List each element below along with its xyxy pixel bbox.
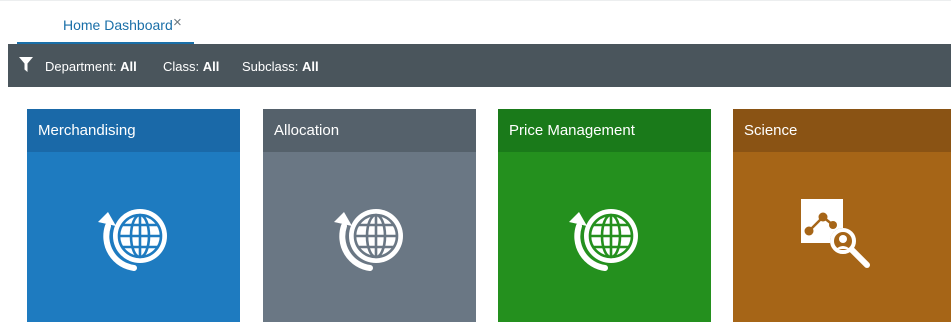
tile-price-management[interactable]: Price Management bbox=[498, 109, 711, 322]
globe-icon bbox=[334, 209, 403, 271]
filter-department[interactable]: Department: All bbox=[45, 59, 137, 74]
tab-home-dashboard[interactable]: Home Dashboard × bbox=[17, 7, 194, 45]
close-icon[interactable]: × bbox=[173, 15, 182, 31]
tile-body bbox=[263, 152, 476, 322]
tab-label[interactable]: Home Dashboard bbox=[63, 17, 173, 33]
filter-label: Subclass: bbox=[242, 59, 299, 74]
tile-science[interactable]: Science bbox=[733, 109, 951, 322]
filter-class[interactable]: Class: All bbox=[163, 59, 219, 74]
funnel-icon[interactable] bbox=[19, 57, 33, 72]
analytics-search-icon bbox=[801, 199, 870, 268]
filter-value: All bbox=[202, 59, 220, 74]
filter-bar: Department: All Class: All Subclass: All bbox=[8, 44, 951, 87]
globe-icon bbox=[569, 209, 638, 271]
tile-merchandising[interactable]: Merchandising bbox=[27, 109, 240, 322]
tile-header: Science bbox=[733, 109, 951, 152]
tile-header: Price Management bbox=[498, 109, 711, 152]
tile-header: Merchandising bbox=[27, 109, 240, 152]
filter-value: All bbox=[302, 59, 319, 74]
tile-body bbox=[498, 152, 711, 322]
filter-label: Class: bbox=[163, 59, 200, 74]
filter-value: All bbox=[120, 59, 137, 74]
tile-body bbox=[733, 152, 951, 322]
globe-icon bbox=[98, 209, 167, 271]
tile-header: Allocation bbox=[263, 109, 476, 152]
tile-allocation[interactable]: Allocation bbox=[263, 109, 476, 322]
filter-label: Department: bbox=[45, 59, 117, 74]
tile-body bbox=[27, 152, 240, 322]
tab-bar: Home Dashboard × bbox=[0, 0, 951, 45]
filter-subclass[interactable]: Subclass: All bbox=[242, 59, 319, 74]
